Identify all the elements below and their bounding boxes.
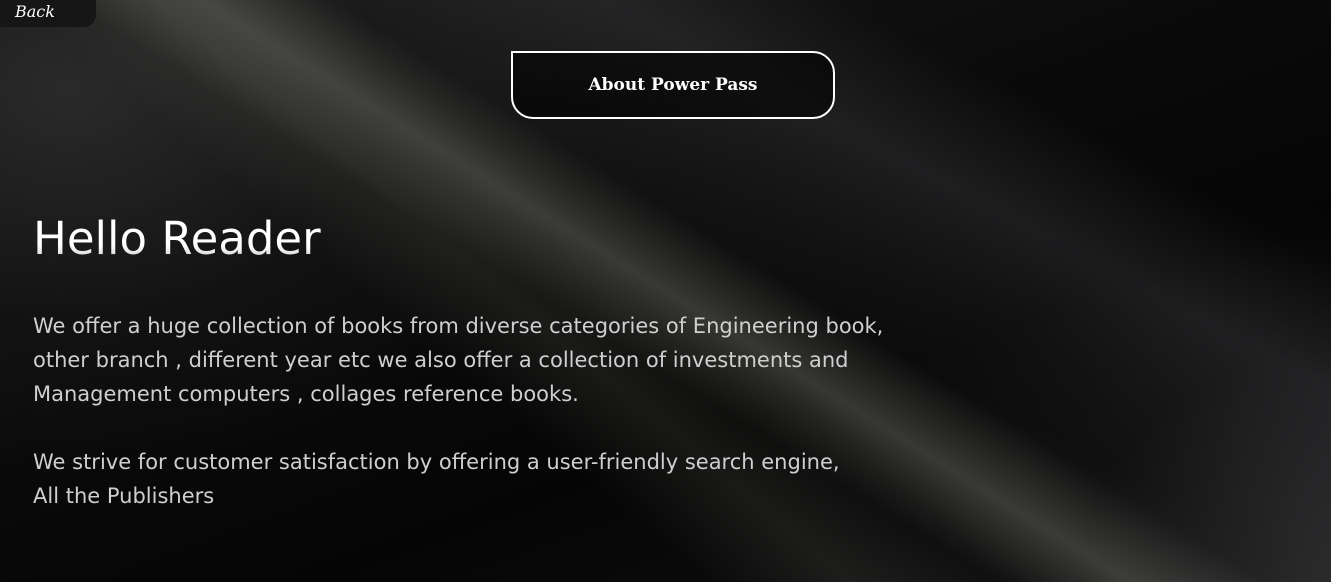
satisfaction-paragraph: We strive for customer satisfaction by o…: [33, 445, 963, 513]
page-title: Hello Reader: [33, 208, 321, 270]
about-button-label: About Power Pass: [588, 75, 758, 95]
satisfaction-line: All the Publishers: [33, 484, 215, 508]
about-power-pass-button[interactable]: About Power Pass: [511, 51, 835, 119]
intro-line: We offer a huge collection of books from…: [33, 314, 884, 338]
intro-paragraph: We offer a huge collection of books from…: [33, 309, 963, 411]
intro-line: Management computers , collages referenc…: [33, 382, 579, 406]
back-button[interactable]: Back: [0, 0, 96, 27]
intro-line: other branch , different year etc we als…: [33, 348, 849, 372]
satisfaction-line: We strive for customer satisfaction by o…: [33, 450, 840, 474]
